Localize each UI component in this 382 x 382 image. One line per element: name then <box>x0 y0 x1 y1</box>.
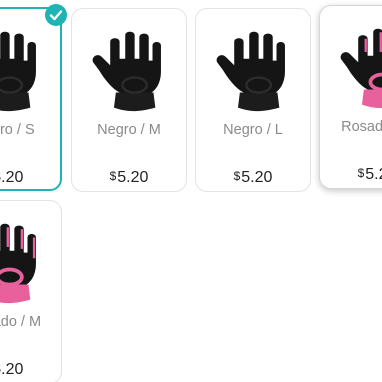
variant-label: Negro / S <box>0 122 35 138</box>
variant-label: Rosado / M <box>0 314 42 330</box>
variant-option-negro-m[interactable]: Negro / M $5.20 <box>71 8 187 192</box>
variant-label: Rosado / S <box>341 119 382 135</box>
variant-price: $5.20 <box>0 169 24 186</box>
check-icon <box>45 4 67 26</box>
variant-option-negro-s[interactable]: Negro / S $5.20 <box>0 7 62 191</box>
glove-icon <box>77 23 181 117</box>
variant-price: $5.20 <box>109 169 149 186</box>
variant-picker: Negro / S $5.20 Negro / M $5.20 Negro / … <box>0 0 382 382</box>
glove-icon <box>0 23 56 117</box>
variant-option-negro-l[interactable]: Negro / L $5.20 <box>195 8 311 192</box>
variant-label: Negro / L <box>223 122 283 138</box>
variant-label: Negro / M <box>97 122 161 138</box>
variant-price: $5.20 <box>233 169 273 186</box>
variant-option-rosado-s[interactable]: Rosado / S $5.20 <box>319 5 382 189</box>
glove-icon <box>201 23 305 117</box>
variant-price: $5.20 <box>0 361 24 378</box>
glove-icon <box>325 20 382 114</box>
variant-price: $5.20 <box>357 166 382 183</box>
variant-option-rosado-m[interactable]: Rosado / M $5.20 <box>0 200 62 382</box>
glove-icon <box>0 215 56 309</box>
